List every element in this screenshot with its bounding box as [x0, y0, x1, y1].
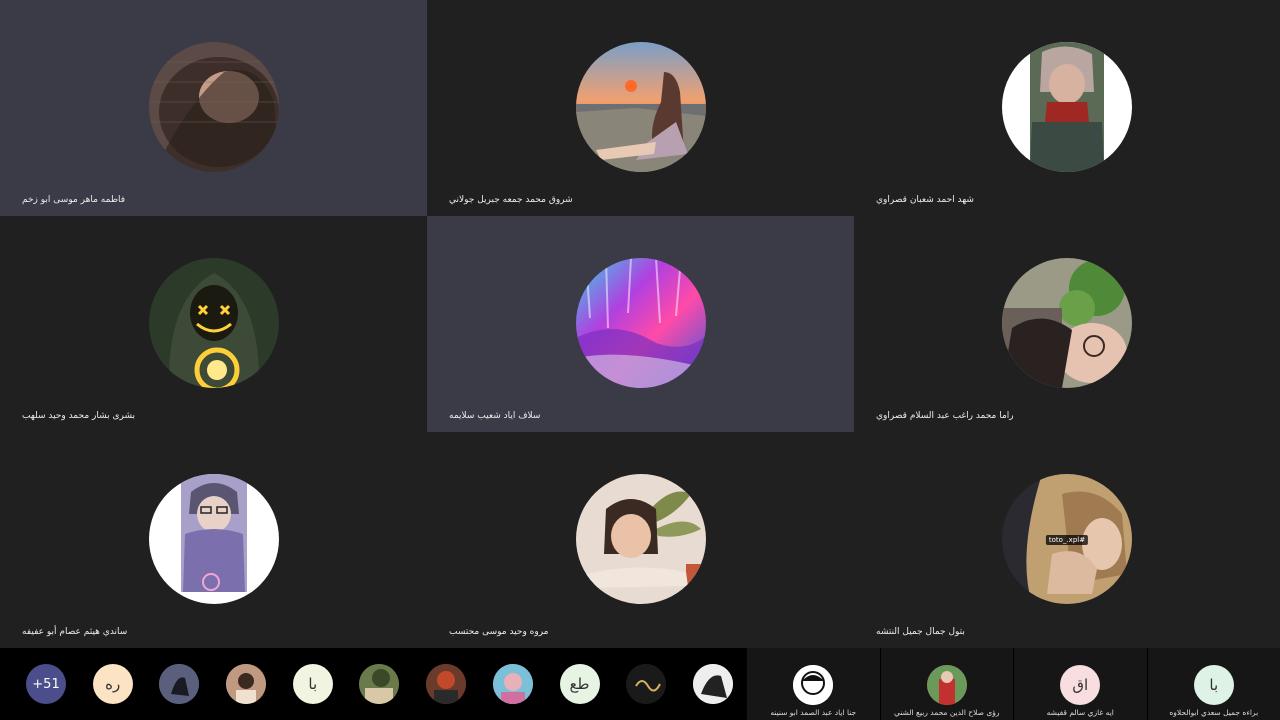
participant-tile[interactable]: سلاف اياد شعيب سلايمه [427, 216, 854, 432]
screen-tag: toto_.xpl# [1045, 535, 1089, 545]
photo-avatar-icon[interactable] [692, 664, 733, 704]
participant-name: ايه غازي سالم قفيشه [1046, 708, 1114, 717]
participant-name: رؤى صلاح الدين محمد ربيع الشني [894, 708, 1000, 717]
cartoon-avatar-icon [793, 665, 834, 705]
participant-name: بتول جمال جميل النتشه [876, 627, 965, 637]
participant-name: مروه وحيد موسى محتسب [449, 627, 549, 637]
participant-avatar[interactable]: با [292, 664, 333, 704]
participant-name: ساندي هيثم عصام أبو عفيفه [22, 627, 128, 637]
participant-avatar[interactable]: ره [92, 664, 133, 704]
sunset-photo-icon [575, 42, 706, 172]
participant-strip: +51 ره با طع جنا اياد عبد الصمد ابو سنين… [0, 648, 1280, 720]
photo-avatar-icon[interactable] [492, 664, 533, 704]
participant-cell[interactable]: اق ايه غازي سالم قفيشه [1013, 648, 1147, 720]
participant-cell[interactable]: با براءه جميل سعدي ابوالحلاوه [1146, 648, 1280, 720]
participant-tile[interactable]: بشرى بشار محمد وحيد سلهب [0, 216, 427, 432]
participant-avatar: با [1193, 665, 1234, 705]
video-grid: فاطمه ماهر موسى ابو زخم شروق محمد جمعه ج… [0, 0, 1280, 648]
participant-tile[interactable]: شهد احمد شعبان قصراوي [854, 0, 1280, 216]
participant-tile[interactable]: toto_.xpl# بتول جمال جميل النتشه [854, 432, 1280, 648]
participant-tile[interactable]: ساندي هيثم عصام أبو عفيفه [0, 432, 427, 648]
participant-name: راما محمد راغب عبد السلام قصراوي [876, 411, 1014, 421]
participant-name: شروق محمد جمعه جبريل جولاني [449, 195, 573, 205]
more-participants-button[interactable]: +51 [26, 664, 66, 704]
participant-tile[interactable]: راما محمد راغب عبد السلام قصراوي [854, 216, 1280, 432]
participant-name: سلاف اياد شعيب سلايمه [449, 411, 541, 421]
portrait-photo-icon [1002, 258, 1132, 388]
participant-avatar: اق [1060, 665, 1101, 705]
hooded-figure-icon [148, 258, 279, 388]
portrait-photo-icon [148, 474, 279, 604]
participant-tile[interactable]: شروق محمد جمعه جبريل جولاني [427, 0, 854, 216]
illustrated-girl-icon [575, 474, 706, 604]
photo-avatar-icon[interactable] [359, 664, 400, 704]
participant-avatar[interactable]: طع [559, 664, 600, 704]
photo-avatar-icon[interactable] [426, 664, 467, 704]
participant-cell[interactable]: رؤى صلاح الدين محمد ربيع الشني [879, 648, 1013, 720]
abstract-art-icon [575, 258, 706, 388]
participant-name: براءه جميل سعدي ابوالحلاوه [1169, 708, 1259, 717]
participant-tile[interactable]: فاطمه ماهر موسى ابو زخم [0, 0, 427, 216]
portrait-photo-icon [148, 42, 279, 172]
participant-tile[interactable]: مروه وحيد موسى محتسب [427, 432, 854, 648]
participant-name: جنا اياد عبد الصمد ابو سنينه [770, 708, 857, 717]
small-avatar-row: +51 ره با طع [0, 648, 746, 720]
photo-avatar-icon[interactable] [159, 664, 200, 704]
participant-name: بشرى بشار محمد وحيد سلهب [22, 411, 136, 421]
calligraphy-avatar-icon[interactable] [626, 664, 667, 704]
participant-name: فاطمه ماهر موسى ابو زخم [22, 195, 126, 205]
participant-cell[interactable]: جنا اياد عبد الصمد ابو سنينه [746, 648, 880, 720]
photo-avatar-icon[interactable] [226, 664, 267, 704]
participant-name: شهد احمد شعبان قصراوي [876, 195, 974, 205]
photo-avatar-icon [926, 665, 967, 705]
portrait-photo-icon [1002, 42, 1132, 172]
